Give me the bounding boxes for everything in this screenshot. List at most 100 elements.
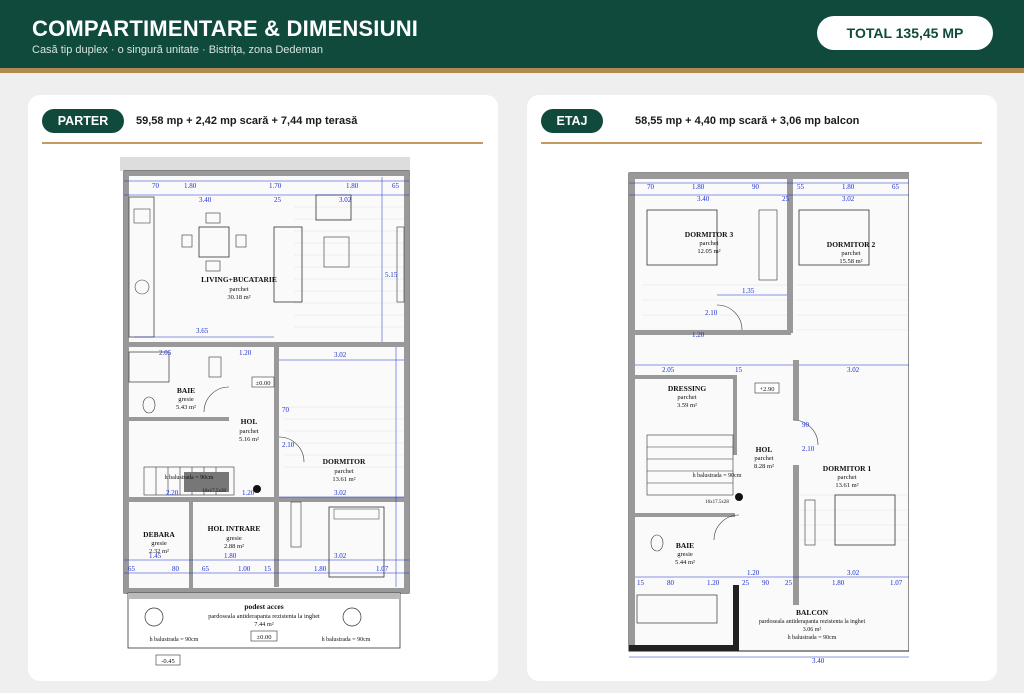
- dim-label: 90: [802, 421, 810, 429]
- room-name-dormitor2: DORMITOR 2: [827, 240, 876, 249]
- dim-label: 1.70: [269, 182, 282, 190]
- dim-label: 1.00: [238, 565, 251, 573]
- terrace-level-tag: ±0.00: [257, 634, 272, 641]
- etaj-floor-plan: 70 1.80 90 55 1.80 65 3.40 25 3.02 1.35 …: [607, 165, 909, 665]
- terrace-finish: pardoseala antiderapanta rezistenta la i…: [208, 613, 320, 620]
- dim-label: 2.20: [166, 489, 179, 497]
- dim-label: 3.02: [842, 195, 855, 203]
- room-finish: gresie: [151, 540, 167, 547]
- dim-label: 5.15: [385, 271, 398, 279]
- dim-label: 3.02: [847, 569, 860, 577]
- dim-label: 3.40: [812, 657, 825, 665]
- dim-label: 3.02: [334, 351, 347, 359]
- dim-label: 70: [152, 182, 160, 190]
- room-area: 2.32 m²: [149, 548, 169, 555]
- room-name-baie: BAIE: [177, 386, 195, 395]
- dim-label: 1.80: [184, 182, 197, 190]
- room-finish: pardoseala antiderapanta rezistenta la i…: [759, 619, 866, 625]
- balustrade-note: h balustrada = 90cm: [322, 637, 371, 643]
- exterior-level-tag: -0.45: [161, 658, 175, 665]
- etaj-divider: [541, 142, 982, 144]
- room-area: 2.88 m²: [224, 543, 244, 550]
- room-finish: parchet: [754, 455, 773, 462]
- dim-label: 25: [274, 196, 282, 204]
- room-area: 13.61 m²: [835, 482, 858, 489]
- room-area: 5.16 m²: [239, 436, 259, 443]
- dim-label: 1.20: [707, 579, 720, 587]
- dim-label: 70: [647, 183, 655, 191]
- balustrade-note: h balustrada = 90cm: [693, 473, 742, 479]
- room-area: 12.05 m²: [697, 248, 720, 255]
- dim-label: 1.80: [842, 183, 855, 191]
- dim-label: 2.05: [662, 366, 675, 374]
- room-name-hol: HOL: [241, 417, 258, 426]
- dim-label: 80: [667, 579, 675, 587]
- page-header: COMPARTIMENTARE & DIMENSIUNI Casă tip du…: [0, 0, 1024, 68]
- page-subtitle: Casă tip duplex · o singură unitate · Bi…: [32, 44, 324, 56]
- room-finish: parchet: [334, 468, 353, 475]
- room-area: 8.28 m²: [754, 463, 774, 470]
- parter-card: PARTER 59,58 mp + 2,42 mp scară + 7,44 m…: [28, 95, 498, 681]
- dim-label: 3.02: [334, 489, 347, 497]
- room-name-balcon: BALCON: [796, 608, 829, 617]
- room-finish: parchet: [229, 286, 248, 293]
- parter-label-pill: PARTER: [42, 109, 124, 133]
- room-name-living: LIVING+BUCATARIE: [201, 275, 277, 284]
- room-finish: parchet: [699, 240, 718, 247]
- room-finish: parchet: [677, 394, 696, 401]
- dim-label: 1.35: [742, 287, 755, 295]
- dim-label: 25: [742, 579, 750, 587]
- terrace-name: podest acces: [244, 602, 283, 611]
- dim-label: 15: [264, 565, 272, 573]
- balustrade-note: h balustrada = 90cm: [150, 637, 199, 643]
- room-finish: parchet: [837, 474, 856, 481]
- dim-label: 70: [282, 406, 290, 414]
- dim-label: 2.05: [159, 349, 172, 357]
- dim-label: 3.40: [199, 196, 212, 204]
- room-name-dormitor: DORMITOR: [323, 457, 366, 466]
- dim-label: 1.20: [242, 489, 255, 497]
- room-area: 15.58 m²: [839, 258, 862, 265]
- dim-label: 1.80: [692, 183, 705, 191]
- dim-label: 2.10: [802, 445, 815, 453]
- etaj-label-pill: ETAJ: [541, 109, 603, 133]
- dim-label: 1.20: [747, 569, 760, 577]
- dim-label: 1.80: [224, 552, 237, 560]
- room-name-dormitor1: DORMITOR 1: [823, 464, 872, 473]
- dim-label: 3.02: [339, 196, 352, 204]
- room-area: 3.59 m²: [677, 402, 697, 409]
- dim-label: 3.65: [196, 327, 209, 335]
- etaj-areas: 58,55 mp + 4,40 mp scară + 3,06 mp balco…: [635, 115, 860, 127]
- dim-label: 90: [762, 579, 770, 587]
- dim-label: 2.10: [282, 441, 295, 449]
- dim-label: 1.20: [692, 331, 705, 339]
- room-name-hol-intrare: HOL INTRARE: [208, 524, 261, 533]
- dim-label: 3.40: [697, 195, 710, 203]
- room-name-hol: HOL: [756, 445, 773, 454]
- dim-label: 1.20: [239, 349, 252, 357]
- header-accent-band: [0, 68, 1024, 73]
- dim-label: 1.80: [346, 182, 359, 190]
- dim-label: 25: [785, 579, 793, 587]
- room-area: 5.43 m²: [176, 404, 196, 411]
- parter-divider: [42, 142, 483, 144]
- dim-label: 65: [392, 182, 400, 190]
- room-area: 5.44 m²: [675, 559, 695, 566]
- room-name-baie: BAIE: [676, 541, 694, 550]
- dim-label: 3.02: [334, 552, 347, 560]
- stair-spec: 16x17.5x28: [202, 489, 226, 494]
- dim-label: 2.10: [705, 309, 718, 317]
- dim-label: 65: [202, 565, 210, 573]
- balustrade-note: h balustrada = 90cm: [165, 475, 214, 481]
- etaj-card: ETAJ 58,55 mp + 4,40 mp scară + 3,06 mp …: [527, 95, 997, 681]
- room-finish: gresie: [677, 551, 693, 558]
- room-name-debara: DEBARA: [143, 530, 175, 539]
- dim-label: 55: [797, 183, 805, 191]
- page-title: COMPARTIMENTARE & DIMENSIUNI: [32, 16, 419, 41]
- room-finish: parchet: [841, 250, 860, 257]
- dim-label: 15: [637, 579, 645, 587]
- dim-label: 25: [782, 195, 790, 203]
- dim-label: 15: [735, 366, 743, 374]
- stair-spec: 16x17.5x28: [705, 500, 729, 505]
- dim-label: 65: [892, 183, 900, 191]
